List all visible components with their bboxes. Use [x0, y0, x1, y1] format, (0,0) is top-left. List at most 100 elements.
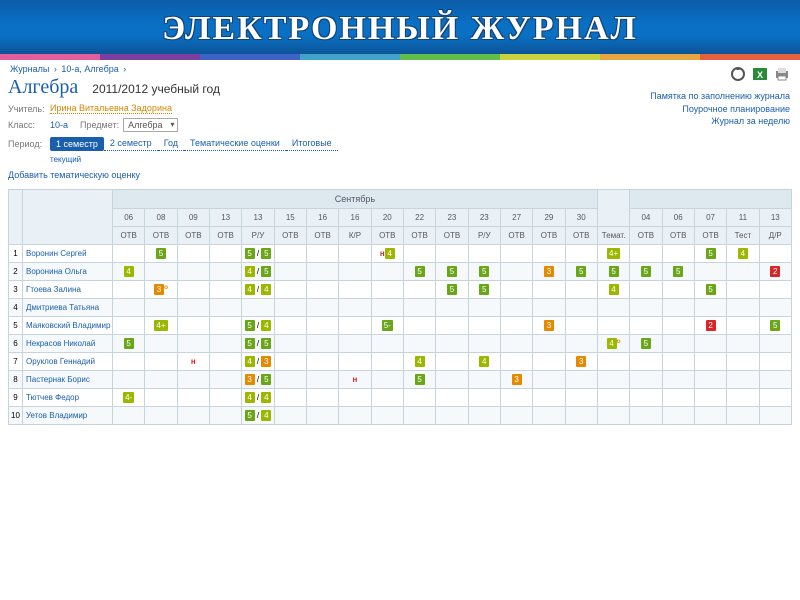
grade-cell[interactable] [759, 371, 791, 389]
grade-cell[interactable] [727, 317, 759, 335]
grade-cell[interactable] [306, 335, 338, 353]
date-header[interactable]: 09 [177, 209, 209, 227]
grade-cell[interactable] [371, 389, 403, 407]
grade-cell[interactable] [339, 353, 371, 371]
grade-cell[interactable]: 5 [468, 281, 500, 299]
grade-cell[interactable] [468, 299, 500, 317]
grade-cell[interactable] [727, 281, 759, 299]
grade-cell[interactable] [694, 299, 726, 317]
grade-cell[interactable] [436, 407, 468, 425]
grade-cell[interactable] [533, 299, 565, 317]
grade-cell[interactable]: 2 [694, 317, 726, 335]
grade-cell[interactable] [597, 317, 629, 335]
grade-cell[interactable] [306, 299, 338, 317]
grade-cell[interactable] [209, 389, 241, 407]
grade-cell[interactable] [177, 335, 209, 353]
grade-cell[interactable] [274, 245, 306, 263]
grade-cell[interactable] [597, 389, 629, 407]
grade-cell[interactable] [371, 263, 403, 281]
grade-cell[interactable]: 4 / 5 [242, 263, 274, 281]
grade-cell[interactable] [565, 389, 597, 407]
grade-cell[interactable] [500, 389, 532, 407]
grade-cell[interactable] [468, 371, 500, 389]
date-header[interactable]: 30 [565, 209, 597, 227]
grade-cell[interactable] [339, 389, 371, 407]
grade-cell[interactable] [500, 317, 532, 335]
grade-cell[interactable] [403, 407, 435, 425]
date-header[interactable]: 04 [630, 209, 662, 227]
grade-cell[interactable] [662, 407, 694, 425]
date-header[interactable]: 27 [500, 209, 532, 227]
grade-cell[interactable] [274, 281, 306, 299]
grade-cell[interactable] [177, 407, 209, 425]
grade-cell[interactable] [339, 299, 371, 317]
grade-cell[interactable] [565, 371, 597, 389]
grade-cell[interactable]: 5 / 5 [242, 245, 274, 263]
grade-cell[interactable]: 5 [403, 263, 435, 281]
grade-cell[interactable] [694, 407, 726, 425]
period-tab[interactable]: Итоговые [286, 136, 338, 151]
grade-cell[interactable] [694, 371, 726, 389]
grade-cell[interactable] [209, 371, 241, 389]
grade-cell[interactable] [274, 407, 306, 425]
grade-cell[interactable] [533, 353, 565, 371]
grade-cell[interactable] [177, 371, 209, 389]
grade-cell[interactable]: 4 [113, 263, 145, 281]
grade-cell[interactable]: 5 / 4 [242, 317, 274, 335]
period-tab[interactable]: Тематические оценки [184, 136, 286, 151]
student-name[interactable]: Оруклов Геннадий [23, 353, 113, 371]
grade-cell[interactable] [468, 407, 500, 425]
date-header[interactable]: 06 [113, 209, 145, 227]
link-planning[interactable]: Поурочное планирование [650, 103, 790, 116]
date-header[interactable]: 22 [403, 209, 435, 227]
grade-cell[interactable]: 5 [403, 371, 435, 389]
grade-cell[interactable] [113, 407, 145, 425]
date-header[interactable]: 16 [339, 209, 371, 227]
print-icon[interactable] [774, 66, 790, 82]
grade-cell[interactable]: 5 [436, 281, 468, 299]
grade-cell[interactable] [306, 389, 338, 407]
date-header[interactable]: 13 [759, 209, 791, 227]
grade-cell[interactable] [533, 245, 565, 263]
grade-cell[interactable]: 5 [468, 263, 500, 281]
grade-cell[interactable] [209, 335, 241, 353]
grade-cell[interactable] [274, 389, 306, 407]
grade-cell[interactable] [694, 263, 726, 281]
grade-cell[interactable]: 4 [468, 353, 500, 371]
grade-cell[interactable] [500, 245, 532, 263]
date-header[interactable]: 08 [145, 209, 177, 227]
grade-cell[interactable] [662, 335, 694, 353]
grade-cell[interactable] [533, 407, 565, 425]
date-header[interactable]: 20 [371, 209, 403, 227]
student-name[interactable]: Гтоева Залина [23, 281, 113, 299]
grade-cell[interactable] [403, 389, 435, 407]
grade-cell[interactable]: 4 / 3 [242, 353, 274, 371]
grade-cell[interactable] [177, 389, 209, 407]
grade-cell[interactable] [694, 389, 726, 407]
grade-cell[interactable] [209, 299, 241, 317]
grade-cell[interactable] [436, 317, 468, 335]
grade-cell[interactable] [371, 407, 403, 425]
grade-cell[interactable]: 5 [759, 317, 791, 335]
grade-cell[interactable] [694, 353, 726, 371]
grade-cell[interactable] [436, 389, 468, 407]
grade-cell[interactable] [339, 317, 371, 335]
grade-cell[interactable] [500, 353, 532, 371]
grade-cell[interactable] [371, 353, 403, 371]
grade-cell[interactable] [468, 389, 500, 407]
subject-select[interactable]: Алгебра [123, 118, 177, 132]
grade-cell[interactable] [145, 299, 177, 317]
grade-cell[interactable] [209, 263, 241, 281]
grade-cell[interactable]: н [339, 371, 371, 389]
date-header[interactable]: 16 [306, 209, 338, 227]
grade-cell[interactable]: 3 [500, 371, 532, 389]
grade-cell[interactable] [274, 317, 306, 335]
grade-cell[interactable] [468, 335, 500, 353]
grade-cell[interactable]: 3 [533, 317, 565, 335]
grade-cell[interactable] [436, 371, 468, 389]
date-header[interactable]: 07 [694, 209, 726, 227]
grade-cell[interactable]: 3 / 5 [242, 371, 274, 389]
grade-cell[interactable] [727, 299, 759, 317]
grade-cell[interactable] [242, 299, 274, 317]
grade-cell[interactable]: 5 [145, 245, 177, 263]
